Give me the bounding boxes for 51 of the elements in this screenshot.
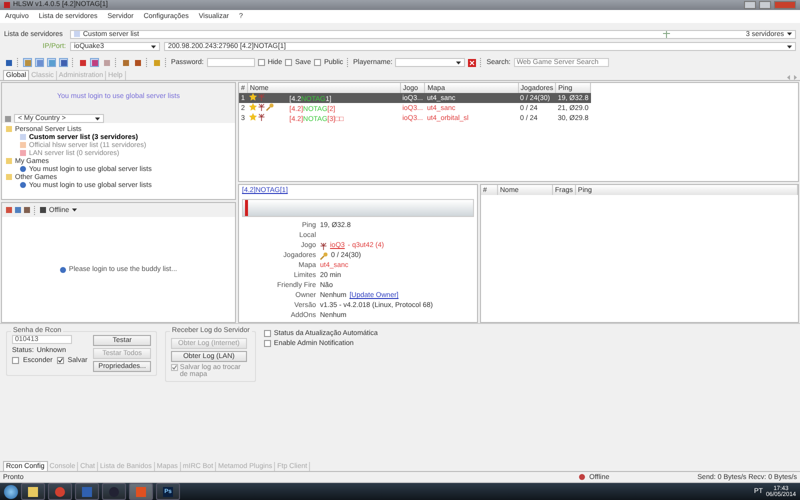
folder-icon <box>6 126 12 132</box>
toolbar-icon[interactable] <box>23 58 32 68</box>
caret-icon[interactable] <box>72 208 78 212</box>
toolbar-icon[interactable] <box>4 58 13 68</box>
antenna-icon <box>258 93 266 102</box>
checkbox[interactable] <box>264 340 271 348</box>
app-icon <box>4 2 10 8</box>
key-icon <box>266 103 274 112</box>
checkbox[interactable] <box>314 59 322 66</box>
toolbar-icon[interactable] <box>59 58 68 68</box>
info-icon <box>20 166 26 172</box>
checkbox[interactable] <box>285 59 292 66</box>
taskbar-app[interactable] <box>21 483 45 500</box>
toolbar-icon[interactable] <box>90 58 99 68</box>
clear-button[interactable] <box>468 58 476 67</box>
key-icon <box>320 252 328 260</box>
flag-icon <box>5 116 11 122</box>
info-icon <box>20 182 26 188</box>
info-icon <box>60 266 66 273</box>
antenna-icon <box>320 242 327 250</box>
maximize-button[interactable] <box>759 0 771 9</box>
caret-icon[interactable] <box>95 116 100 121</box>
password-field[interactable] <box>206 58 255 68</box>
checkbox[interactable] <box>264 330 271 338</box>
start-button[interactable] <box>4 484 18 499</box>
monitor-icon <box>40 207 46 214</box>
toolbar-icon[interactable] <box>121 58 130 68</box>
antenna-icon <box>258 103 266 112</box>
scroll-arrows-icon[interactable] <box>787 75 797 80</box>
antenna-icon <box>662 30 670 38</box>
caret-icon[interactable] <box>787 44 792 49</box>
close-button[interactable] <box>774 0 796 9</box>
antenna-icon <box>258 113 266 122</box>
toolbar-icon[interactable] <box>133 58 142 68</box>
globe-icon <box>579 474 586 480</box>
caret-icon[interactable] <box>456 60 462 65</box>
minimize-button[interactable] <box>744 0 756 9</box>
folder-icon <box>6 174 12 180</box>
list-icon <box>74 31 80 38</box>
caret-icon[interactable] <box>787 32 792 36</box>
checkbox[interactable] <box>56 357 64 364</box>
star-icon <box>249 93 258 102</box>
folder-icon <box>6 158 12 164</box>
toolbar-icon[interactable] <box>78 58 87 68</box>
star-icon <box>249 103 258 112</box>
toolbar-icon[interactable] <box>35 58 44 68</box>
star-icon <box>249 113 258 122</box>
caret-icon[interactable] <box>151 44 156 49</box>
checkbox[interactable] <box>258 59 265 66</box>
checkbox[interactable] <box>12 357 19 364</box>
toolbar-icon[interactable] <box>47 58 56 68</box>
